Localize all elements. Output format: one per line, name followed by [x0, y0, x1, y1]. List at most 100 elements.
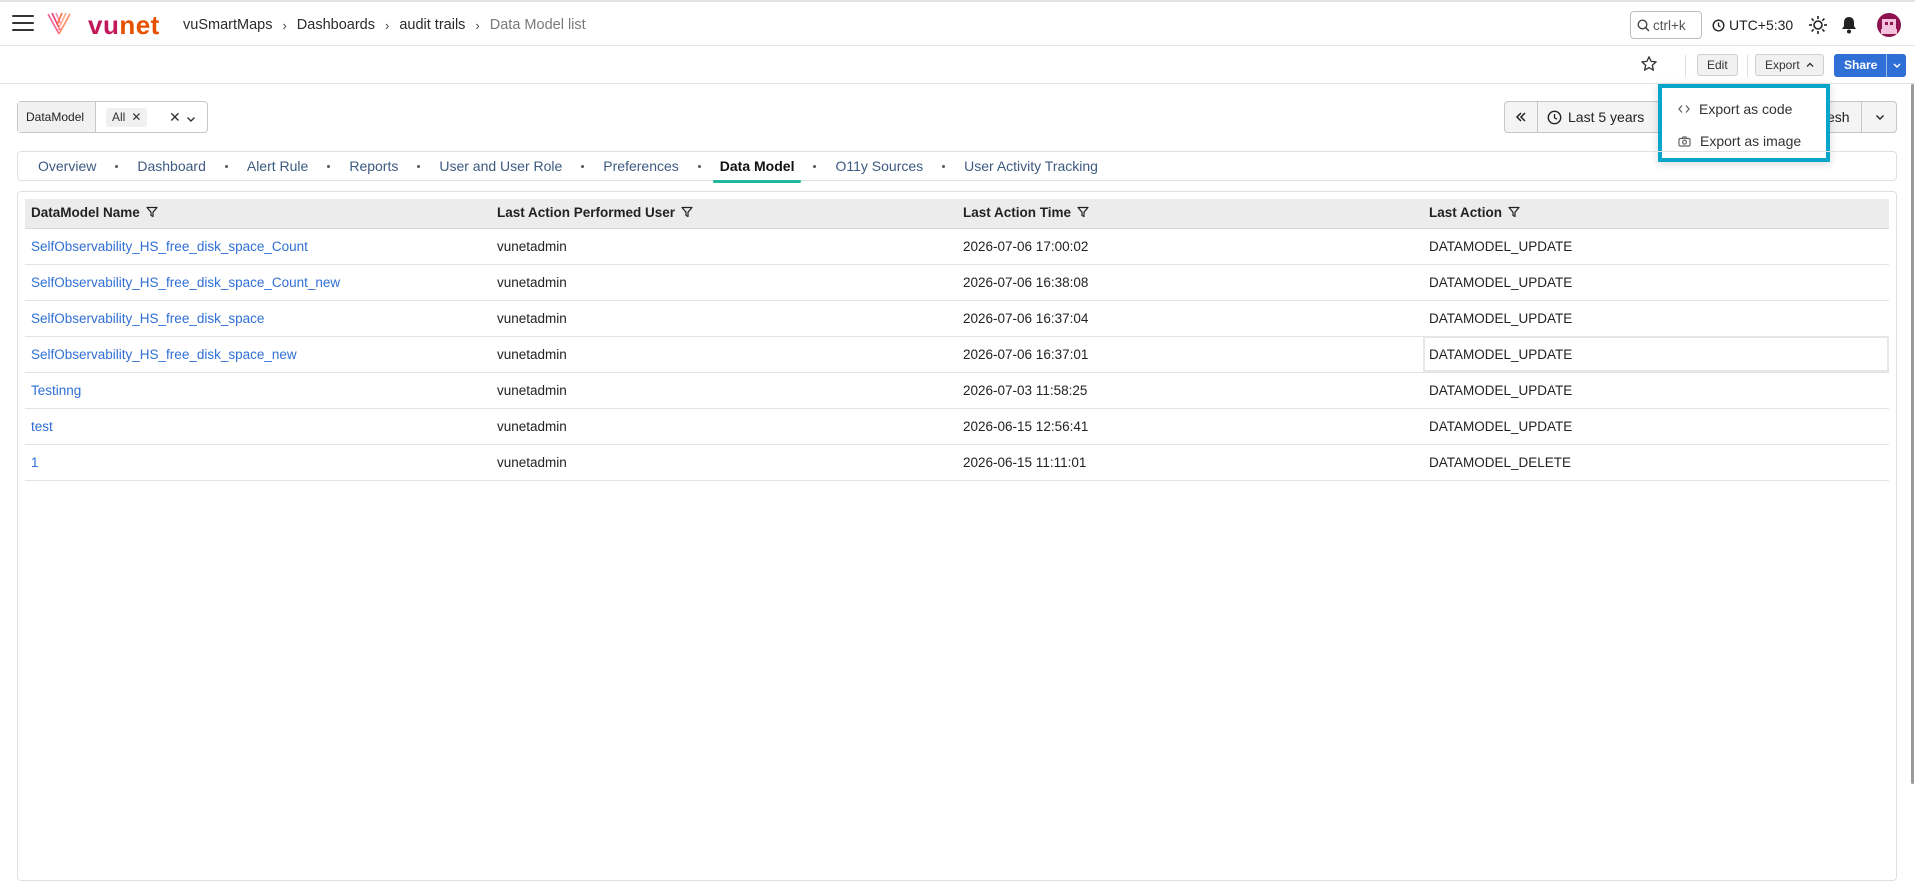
table-row: 1 vunetadmin 2026-06-15 11:11:01 DATAMOD…: [25, 444, 1889, 481]
tab-overview[interactable]: Overview: [36, 158, 98, 174]
brand-part-net: net: [119, 10, 160, 40]
page-scrollbar[interactable]: [1911, 84, 1914, 784]
share-button[interactable]: Share: [1834, 54, 1906, 77]
cell-time: 2026-07-06 16:37:01: [957, 336, 1423, 373]
cell-time: 2026-06-15 12:56:41: [957, 408, 1423, 445]
top-navbar: vunet vuSmartMaps › Dashboards › audit t…: [0, 0, 1915, 46]
export-as-image-label: Export as image: [1700, 133, 1802, 149]
user-avatar[interactable]: [1877, 13, 1901, 37]
chip-remove-icon[interactable]: ✕: [131, 110, 141, 124]
cell-user: vunetadmin: [491, 228, 957, 265]
column-header-label: Last Action Performed User: [497, 205, 676, 221]
cell-action: DATAMODEL_DELETE: [1423, 444, 1889, 481]
brand-part-vu: vu: [88, 10, 120, 40]
double-chevron-left-icon: [1515, 112, 1526, 122]
export-as-image-item[interactable]: Export as image: [1678, 129, 1801, 153]
clock-icon: [1547, 110, 1562, 124]
chevron-down-icon[interactable]: [1861, 102, 1897, 132]
tab-user-activity-tracking[interactable]: User Activity Tracking: [962, 158, 1100, 174]
breadcrumb: vuSmartMaps › Dashboards › audit trails …: [183, 17, 586, 33]
chevron-right-icon: ›: [475, 17, 480, 33]
camera-icon: [1678, 135, 1691, 147]
cell-user: vunetadmin: [491, 336, 957, 373]
datamodel-name-link[interactable]: SelfObservability_HS_free_disk_space_new: [25, 336, 491, 373]
tab-dashboard[interactable]: Dashboard: [135, 158, 208, 174]
filter-chip-all[interactable]: All ✕: [106, 108, 148, 127]
column-header-label: DataModel Name: [31, 205, 140, 221]
time-range-picker[interactable]: Last 5 years: [1547, 109, 1644, 125]
column-header-datamodel-name: DataModel Name: [25, 199, 491, 229]
time-range-label: Last 5 years: [1568, 109, 1645, 125]
share-split-divider: [1886, 54, 1887, 77]
datamodel-filter[interactable]: DataModel All ✕ ✕: [17, 101, 208, 133]
datamodel-name-link[interactable]: test: [25, 408, 491, 445]
timezone-label: UTC+5:30: [1729, 17, 1794, 33]
table-row: SelfObservability_HS_free_disk_space vun…: [25, 300, 1889, 337]
filter-label: DataModel: [18, 102, 96, 132]
filter-funnel-icon[interactable]: [681, 206, 693, 221]
favorite-star-icon[interactable]: [1640, 55, 1658, 78]
datamodel-name-link[interactable]: SelfObservability_HS_free_disk_space: [25, 300, 491, 337]
datamodel-name-link[interactable]: SelfObservability_HS_free_disk_space_Cou…: [25, 264, 491, 301]
breadcrumb-dashboards[interactable]: Dashboards: [297, 17, 375, 33]
chevron-down-icon[interactable]: [186, 111, 196, 129]
breadcrumb-current-page: Data Model list: [489, 17, 586, 33]
datamodel-name-link[interactable]: Testinng: [25, 372, 491, 409]
cell-action: DATAMODEL_UPDATE: [1423, 408, 1889, 445]
timezone-selector[interactable]: UTC+5:30: [1712, 17, 1793, 33]
edit-button[interactable]: Edit: [1697, 54, 1738, 76]
cell-time: 2026-06-15 11:11:01: [957, 444, 1423, 481]
toolbar-divider: [1747, 55, 1748, 77]
cell-action-selected[interactable]: DATAMODEL_UPDATE: [1423, 336, 1889, 373]
tab-separator: [697, 164, 701, 168]
clock-icon: [1712, 18, 1725, 32]
chevron-down-icon[interactable]: [1892, 54, 1902, 85]
tab-separator: [813, 164, 817, 168]
toolbar-divider: [1685, 55, 1686, 77]
tab-separator: [115, 164, 119, 168]
cell-time: 2026-07-06 16:38:08: [957, 264, 1423, 301]
tab-separator: [942, 164, 946, 168]
breadcrumb-vusmartmaps[interactable]: vuSmartMaps: [183, 17, 272, 33]
chevron-right-icon: ›: [384, 17, 390, 33]
cell-action: DATAMODEL_UPDATE: [1423, 300, 1889, 337]
cell-action: DATAMODEL_UPDATE: [1423, 228, 1889, 265]
datamodel-name-link[interactable]: SelfObservability_HS_free_disk_space_Cou…: [25, 228, 491, 265]
export-button[interactable]: Export: [1755, 54, 1825, 76]
tab-alert-rule[interactable]: Alert Rule: [245, 158, 310, 174]
code-icon: [1678, 105, 1690, 113]
table-row: test vunetadmin 2026-06-15 12:56:41 DATA…: [25, 408, 1889, 445]
tab-reports[interactable]: Reports: [347, 158, 400, 174]
cell-user: vunetadmin: [491, 372, 957, 409]
clear-filter-icon[interactable]: ✕: [169, 109, 181, 126]
notifications-bell-icon[interactable]: [1840, 15, 1858, 40]
theme-toggle-sun-icon[interactable]: [1808, 15, 1828, 40]
datamodel-name-link[interactable]: 1: [25, 444, 491, 481]
refresh-button[interactable]: esh: [1827, 109, 1850, 125]
table-header-row: DataModel Name Last Action Performed Use…: [25, 199, 1889, 229]
tab-separator: [224, 164, 228, 168]
export-as-code-label: Export as code: [1699, 101, 1793, 117]
tab-o11y-sources[interactable]: O11y Sources: [833, 158, 925, 174]
cell-time: 2026-07-06 16:37:04: [957, 300, 1423, 337]
cell-time: 2026-07-03 11:58:25: [957, 372, 1423, 409]
table-row: Testinng vunetadmin 2026-07-03 11:58:25 …: [25, 372, 1889, 409]
menu-icon[interactable]: [12, 15, 34, 33]
export-as-code-item[interactable]: Export as code: [1678, 97, 1792, 121]
column-header-last-action: Last Action: [1423, 199, 1889, 229]
filter-funnel-icon[interactable]: [146, 206, 158, 221]
time-shift-back-button[interactable]: [1505, 102, 1538, 132]
tab-separator: [327, 164, 331, 168]
tab-preferences[interactable]: Preferences: [601, 158, 680, 174]
dashboard-action-bar: Edit Export Share: [0, 47, 1915, 84]
filter-funnel-icon[interactable]: [1508, 206, 1520, 221]
filter-funnel-icon[interactable]: [1077, 206, 1089, 221]
breadcrumb-audit-trails[interactable]: audit trails: [399, 17, 465, 33]
table-row: SelfObservability_HS_free_disk_space_Cou…: [25, 264, 1889, 301]
vunet-logo-mark: [46, 10, 72, 40]
cell-time: 2026-07-06 17:00:02: [957, 228, 1423, 265]
tab-data-model[interactable]: Data Model: [712, 158, 802, 183]
tab-user-and-user-role[interactable]: User and User Role: [437, 158, 564, 174]
search-button[interactable]: ctrl+k: [1630, 11, 1702, 39]
column-header-last-action-user: Last Action Performed User: [491, 199, 957, 229]
